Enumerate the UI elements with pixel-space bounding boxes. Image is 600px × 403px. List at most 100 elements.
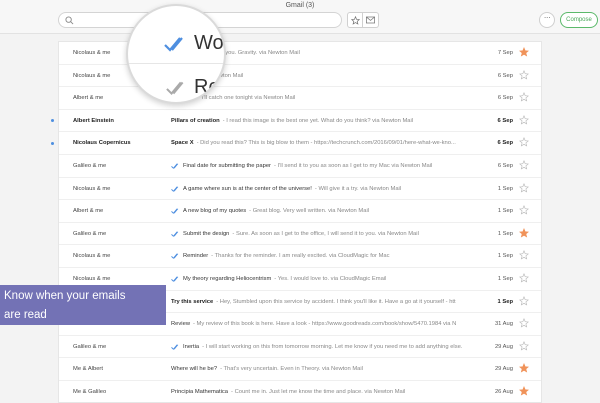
email-subject: Final date for submitting the paper xyxy=(183,163,271,169)
email-sender: Nicolaus Copernicus xyxy=(73,140,131,147)
email-row[interactable]: Albert & me e debate - I'll catch one ton… xyxy=(59,87,541,110)
read-check-icon xyxy=(171,253,179,260)
magnifier-text-2: Re xyxy=(194,76,220,98)
email-row[interactable]: Me & Galileo Principia Mathematica - Count… xyxy=(59,381,541,403)
email-content: My theory regarding Heliocentrism - Yes. … xyxy=(171,276,501,282)
star-icon[interactable] xyxy=(519,340,529,351)
mail-icon xyxy=(366,16,375,24)
email-row[interactable]: Galileo & me Final date for submitting th… xyxy=(59,155,541,178)
email-sender: Albert Einstein xyxy=(73,117,114,124)
star-icon[interactable] xyxy=(519,137,529,147)
magnifier-row-unread: Re xyxy=(166,76,220,99)
email-date: 1 Sep xyxy=(497,185,513,192)
star-icon[interactable] xyxy=(519,69,529,80)
feature-callout: Know when your emails are read xyxy=(0,285,166,325)
read-check-icon xyxy=(171,231,179,237)
email-row[interactable]: Nicolaus & me Reminder - Thanks for the re… xyxy=(59,245,541,268)
unread-dot xyxy=(51,119,54,123)
email-row[interactable]: Me & Albert Where will he be? - That's ver… xyxy=(59,358,541,381)
email-content: Review - My review of this book is here. … xyxy=(171,321,501,327)
star-icon[interactable] xyxy=(519,227,529,238)
email-date: 1 Sep xyxy=(497,230,513,237)
star-icon[interactable] xyxy=(519,160,529,170)
star-icon[interactable] xyxy=(519,318,529,328)
email-preview: - Thanks for the reminder. I am really e… xyxy=(211,253,390,260)
email-subject: Try this service xyxy=(171,298,214,305)
email-date: 1 Sep xyxy=(497,208,513,215)
email-preview: - Great blog. Very well written. via New… xyxy=(249,208,370,215)
star-icon[interactable] xyxy=(519,114,529,125)
email-date: 29 Aug xyxy=(494,366,513,373)
star-icon[interactable] xyxy=(519,386,529,396)
email-date: 6 Sep xyxy=(497,95,513,102)
email-row[interactable]: Galileo & me Inertia - I will start workin… xyxy=(59,336,541,359)
starred-filter-button[interactable] xyxy=(347,12,363,28)
email-date: 1 Sep xyxy=(497,276,513,282)
email-subject: A game where sun is at the center of the… xyxy=(183,185,312,192)
email-subject: Where will he be? xyxy=(171,366,218,373)
compose-button[interactable]: Compose xyxy=(560,12,598,28)
email-content: Inertia - I will start working on this fr… xyxy=(171,344,501,350)
email-date: 1 Sep xyxy=(497,253,513,260)
callout-line-1: Know when your emails xyxy=(4,290,126,302)
more-options-button[interactable]: ··· xyxy=(539,12,555,28)
search-icon xyxy=(65,16,74,25)
read-check-icon xyxy=(171,163,179,169)
email-content: Final date for submitting the paper - I'l… xyxy=(171,163,501,169)
star-icon[interactable] xyxy=(519,295,529,306)
read-receipt-magnifier: Wou Re xyxy=(126,4,226,104)
email-sender: Albert & me xyxy=(73,95,104,102)
email-date: 6 Sep xyxy=(497,72,513,79)
email-sender: Nicolaus & me xyxy=(73,185,111,192)
email-date: 29 Aug xyxy=(494,343,513,350)
email-date: 7 Sep xyxy=(497,50,513,56)
email-content: Space X- Did you read this? This is big … xyxy=(171,140,501,146)
email-list: Nicolaus & me I have one word for you. Gr… xyxy=(51,41,542,403)
email-subject: Inertia xyxy=(183,343,200,350)
email-sender: Me & Albert xyxy=(73,366,103,373)
star-icon[interactable] xyxy=(519,273,529,283)
email-sender: Galileo & me xyxy=(73,230,107,237)
email-sender: Albert & me xyxy=(73,208,104,215)
window-title: Gmail (3) xyxy=(285,2,315,9)
star-icon[interactable] xyxy=(519,250,529,260)
read-check-icon xyxy=(164,36,183,52)
email-row[interactable]: Albert & me A new blog of my quotes - Grea… xyxy=(59,200,541,223)
star-icon[interactable] xyxy=(519,182,529,193)
email-subject: Review xyxy=(171,321,191,328)
email-subject: Pillars of creation xyxy=(171,117,220,124)
email-content: Pillars of creation - I read this image i… xyxy=(171,118,501,124)
email-date: 6 Sep xyxy=(497,163,513,169)
email-preview: - Hey, Stumbled upon this service by acc… xyxy=(216,298,456,305)
email-subject: Principia Mathematica xyxy=(171,389,229,395)
email-row[interactable]: Galileo & me Submit the design - Sure. As … xyxy=(59,223,541,246)
read-check-icon xyxy=(171,344,179,350)
email-row[interactable]: Albert Einstein Pillars of creation - I re… xyxy=(51,110,541,133)
star-icon[interactable] xyxy=(519,47,529,57)
email-content: e debate - I'll catch one tonight via Ne… xyxy=(171,95,501,101)
email-content: Reminder - Thanks for the reminder. I am … xyxy=(171,253,501,259)
email-content: A game where sun is at the center of the… xyxy=(171,186,501,192)
email-preview: - Count me in. Just let me know the time… xyxy=(231,389,406,395)
magnifier-text-1: Wou xyxy=(194,32,224,54)
email-sender: Me & Galileo xyxy=(73,389,107,395)
email-preview: - I'll send it to you as soon as I get t… xyxy=(273,163,433,169)
unread-filter-button[interactable] xyxy=(363,12,379,28)
email-row[interactable]: Nicolaus Copernicus Space X- Did you read… xyxy=(51,132,541,155)
star-icon[interactable] xyxy=(519,92,529,102)
star-icon[interactable] xyxy=(519,205,529,215)
email-content: A new blog of my quotes - Great blog. Ver… xyxy=(171,208,501,214)
email-sender: Nicolaus & me xyxy=(73,72,111,79)
callout-line-2: are read xyxy=(4,309,47,321)
email-preview: - That's very uncertain. Even in Theory.… xyxy=(220,366,363,373)
email-row[interactable]: Nicolaus & me A game where sun is at the … xyxy=(59,178,541,201)
email-preview: - Yes. I would love to. via CloudMagic E… xyxy=(274,276,387,282)
email-subject: A new blog of my quotes xyxy=(183,208,247,215)
email-subject: Reminder xyxy=(183,253,209,260)
email-sender: Nicolaus & me xyxy=(73,253,111,260)
email-date: 31 Aug xyxy=(494,321,513,328)
star-icon[interactable] xyxy=(519,363,529,373)
email-preview: - Did you read this? This is big blow to… xyxy=(196,140,456,147)
email-date: 6 Sep xyxy=(497,117,513,124)
email-date: 26 Aug xyxy=(494,389,513,395)
